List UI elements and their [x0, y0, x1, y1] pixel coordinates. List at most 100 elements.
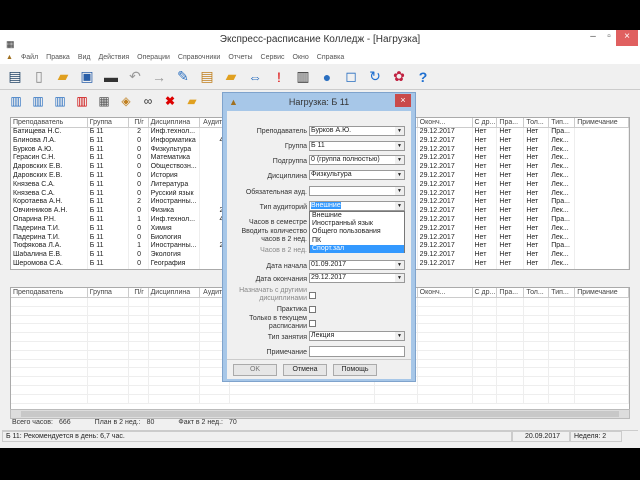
table-cell: Нет	[497, 145, 525, 155]
save-icon[interactable]: ▣	[78, 68, 96, 86]
practice-checkbox[interactable]	[309, 306, 316, 313]
empty-cell	[418, 350, 473, 359]
table-cell: Б 11	[88, 189, 129, 199]
column-header[interactable]: Пра...	[497, 118, 525, 127]
column-header[interactable]: П/г	[129, 288, 149, 297]
cancel-button[interactable]: Отмена	[283, 364, 327, 376]
chain-icon[interactable]: ∞	[140, 93, 156, 109]
menu-item[interactable]: Сервис	[261, 54, 285, 61]
edit-icon[interactable]: ✎	[174, 68, 192, 86]
dialog-title: Нагрузка: Б 11	[288, 97, 350, 107]
menu-item[interactable]: Отчеты	[228, 54, 252, 61]
table-cell: Б 11	[88, 145, 129, 155]
refresh-icon[interactable]: ↻	[366, 68, 384, 86]
table-cell: 29.12.2017	[418, 251, 473, 260]
select-icon[interactable]: ◻	[342, 68, 360, 86]
delete-row-icon[interactable]: ▥	[74, 93, 90, 109]
table-cell: 29.12.2017	[418, 233, 473, 243]
book-icon[interactable]: ⇔	[246, 68, 264, 86]
close-button[interactable]: ×	[616, 30, 638, 46]
column-header[interactable]: Группа	[88, 118, 129, 127]
menu-item[interactable]: Вид	[78, 54, 91, 61]
column-header[interactable]: С др...	[473, 288, 498, 297]
column-header[interactable]: Тип...	[549, 118, 576, 127]
table-cell: Нет	[473, 180, 498, 190]
copy-row-icon[interactable]: ▥	[52, 93, 68, 109]
table-cell: 0	[129, 136, 149, 146]
dialog-close-button[interactable]: ×	[395, 94, 411, 107]
distribute-icon[interactable]: ▦	[96, 93, 112, 109]
subgroup-select[interactable]: 0 (группа полностью) ▼	[309, 155, 405, 165]
menu-item[interactable]: Файл	[21, 54, 38, 61]
menu-item[interactable]: Справочники	[178, 54, 220, 61]
column-header[interactable]: Дисциплина	[149, 288, 201, 297]
empty-cell	[524, 298, 550, 306]
notebook-icon[interactable]: ▤	[6, 68, 24, 86]
dialog-title-bar[interactable]: ▲ Нагрузка: Б 11 ×	[223, 93, 415, 111]
column-header[interactable]: Тол...	[524, 288, 550, 297]
flower-icon[interactable]: ✿	[390, 68, 408, 86]
menu-item[interactable]: Операции	[137, 54, 170, 61]
only-current-checkbox[interactable]	[309, 320, 316, 327]
empty-cell	[549, 298, 576, 306]
start-date-picker[interactable]: 01.09.2017 ▼	[309, 260, 405, 270]
column-header[interactable]: П/г	[129, 118, 149, 127]
roomtype-dropdown-list[interactable]: Внешние Иностранный язык Общего пользовани…	[309, 211, 405, 253]
ok-button[interactable]: OK	[233, 364, 277, 376]
note-input[interactable]	[309, 346, 405, 357]
table-cell: Нет	[497, 224, 525, 234]
column-header[interactable]: Примечание	[575, 288, 629, 297]
menu-item[interactable]: Справка	[317, 54, 344, 61]
empty-cell	[473, 385, 498, 394]
warning-doc-icon[interactable]: !	[270, 68, 288, 86]
column-header[interactable]: Группа	[88, 288, 129, 297]
column-header[interactable]: Дисциплина	[149, 118, 201, 127]
open-folder-icon[interactable]: ▰	[54, 68, 72, 86]
redo-icon[interactable]: →	[150, 68, 168, 86]
column-header[interactable]: Пра...	[497, 288, 525, 297]
add-row-icon[interactable]: ▥	[8, 93, 24, 109]
new-file-icon[interactable]: ▯	[30, 68, 48, 86]
lesson-type-select[interactable]: Лекция ▼	[309, 331, 405, 341]
menu-item[interactable]: Правка	[46, 54, 70, 61]
undo-icon[interactable]: ↶	[126, 68, 144, 86]
combine-checkbox[interactable]	[309, 292, 316, 299]
teacher-select[interactable]: Бурков А.Ю. ▼	[309, 126, 405, 136]
roomtype-option[interactable]: Спорт.зал	[310, 244, 404, 253]
end-date-picker[interactable]: 29.12.2017 ▼	[309, 273, 405, 283]
column-header[interactable]: С др...	[473, 118, 498, 127]
help-icon[interactable]: ?	[414, 68, 432, 86]
folder-docs-icon[interactable]: ▰	[222, 68, 240, 86]
table-cell	[575, 163, 629, 172]
roomtype-option[interactable]: Внешние	[310, 212, 404, 220]
menu-item[interactable]: Окно	[293, 54, 309, 61]
print-icon[interactable]: ▬	[102, 68, 120, 86]
column-header[interactable]: Оконч...	[418, 288, 473, 297]
group-select[interactable]: Б 11 ▼	[309, 141, 405, 151]
help-button[interactable]: Помощь	[333, 364, 377, 376]
minimize-button[interactable]: –	[586, 30, 600, 46]
menu-item[interactable]: Действия	[98, 54, 129, 61]
edit-row-icon[interactable]: ▥	[30, 93, 46, 109]
horizontal-scrollbar[interactable]	[10, 409, 630, 419]
delete-icon[interactable]: ✖	[162, 93, 178, 109]
column-header[interactable]: Преподаватель	[11, 118, 88, 127]
column-header[interactable]: Тип...	[549, 288, 576, 297]
subject-select[interactable]: Физкультура ▼	[309, 170, 405, 180]
column-header[interactable]: Преподаватель	[11, 288, 88, 297]
roomtype-select[interactable]: Внешние ▼	[309, 201, 405, 211]
empty-cell	[88, 359, 129, 368]
column-header[interactable]: Тол...	[524, 118, 550, 127]
link-docs-icon[interactable]: ◈	[118, 93, 134, 109]
empty-cell	[575, 341, 629, 350]
abacus-icon[interactable]: ▥	[294, 68, 312, 86]
globe-icon[interactable]: ●	[318, 68, 336, 86]
roomtype-option[interactable]: ПК	[310, 237, 404, 245]
column-header[interactable]: Примечание	[575, 118, 629, 127]
archive-icon[interactable]: ▤	[198, 68, 216, 86]
folder-icon[interactable]: ▰	[184, 93, 200, 109]
roomtype-option[interactable]: Общего пользования	[310, 228, 404, 236]
maximize-button[interactable]: ▫	[602, 30, 616, 46]
column-header[interactable]: Оконч...	[418, 118, 473, 127]
room-select[interactable]: ▼	[309, 186, 405, 196]
